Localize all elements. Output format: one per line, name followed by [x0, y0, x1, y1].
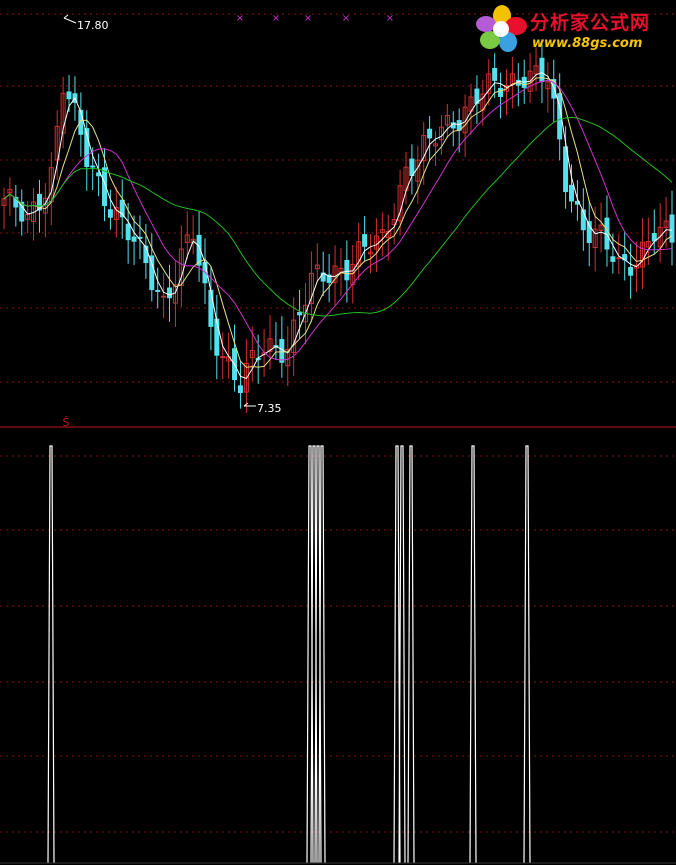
candle-body — [125, 223, 131, 241]
divider-symbol: Ŝ — [63, 416, 70, 429]
candle-body — [214, 318, 220, 356]
top-marker: × — [236, 13, 244, 24]
candle-body — [409, 158, 415, 177]
top-marker: × — [386, 13, 394, 24]
annotation-high: 17.80 — [77, 19, 109, 32]
candle-body — [107, 209, 113, 218]
stock-chart: × × × × × Ŝ 17.80 7.35 — [0, 13, 676, 864]
signal-spike — [523, 445, 531, 864]
candle-body — [492, 67, 498, 81]
top-marker: × — [342, 13, 350, 24]
candle-body — [131, 236, 137, 242]
annotation-leader — [63, 17, 77, 24]
signal-spike — [398, 445, 406, 864]
site-logo: 分析家公式网 www.88gs.com — [474, 4, 674, 54]
candle-body — [66, 91, 72, 100]
candle-body — [155, 289, 161, 292]
candle-body — [90, 165, 96, 168]
signal-spike — [469, 445, 477, 864]
signal-spike — [47, 445, 55, 864]
candle-body — [161, 295, 167, 298]
candle-body — [610, 256, 616, 262]
ma-short-line — [3, 72, 673, 380]
candle-body — [628, 266, 634, 276]
signal-spike — [407, 445, 415, 864]
chart-canvas: × × × × × Ŝ 17.80 7.35 分析家公式网 www.88gs.com — [0, 0, 676, 865]
candle-body — [279, 339, 285, 363]
candle-body — [616, 257, 622, 260]
candle-body — [498, 87, 504, 97]
flower-logo-icon — [476, 5, 527, 52]
candle-body — [220, 356, 226, 359]
logo-title: 分析家公式网 — [530, 12, 651, 34]
candle-body — [208, 289, 214, 327]
candle-body — [237, 385, 243, 394]
annotation-low: 7.35 — [257, 402, 282, 415]
candle-body — [569, 184, 575, 202]
candle-body — [362, 234, 368, 247]
top-marker: × — [304, 13, 312, 24]
candle-body — [344, 259, 350, 281]
ma-mid-line — [3, 76, 673, 368]
candle-body — [427, 128, 433, 139]
logo-url: www.88gs.com — [532, 36, 643, 51]
candle-body — [669, 214, 675, 243]
annotation-arrow — [63, 14, 69, 19]
top-marker: × — [272, 13, 280, 24]
candle-body — [297, 311, 303, 316]
candle-body — [167, 287, 173, 299]
